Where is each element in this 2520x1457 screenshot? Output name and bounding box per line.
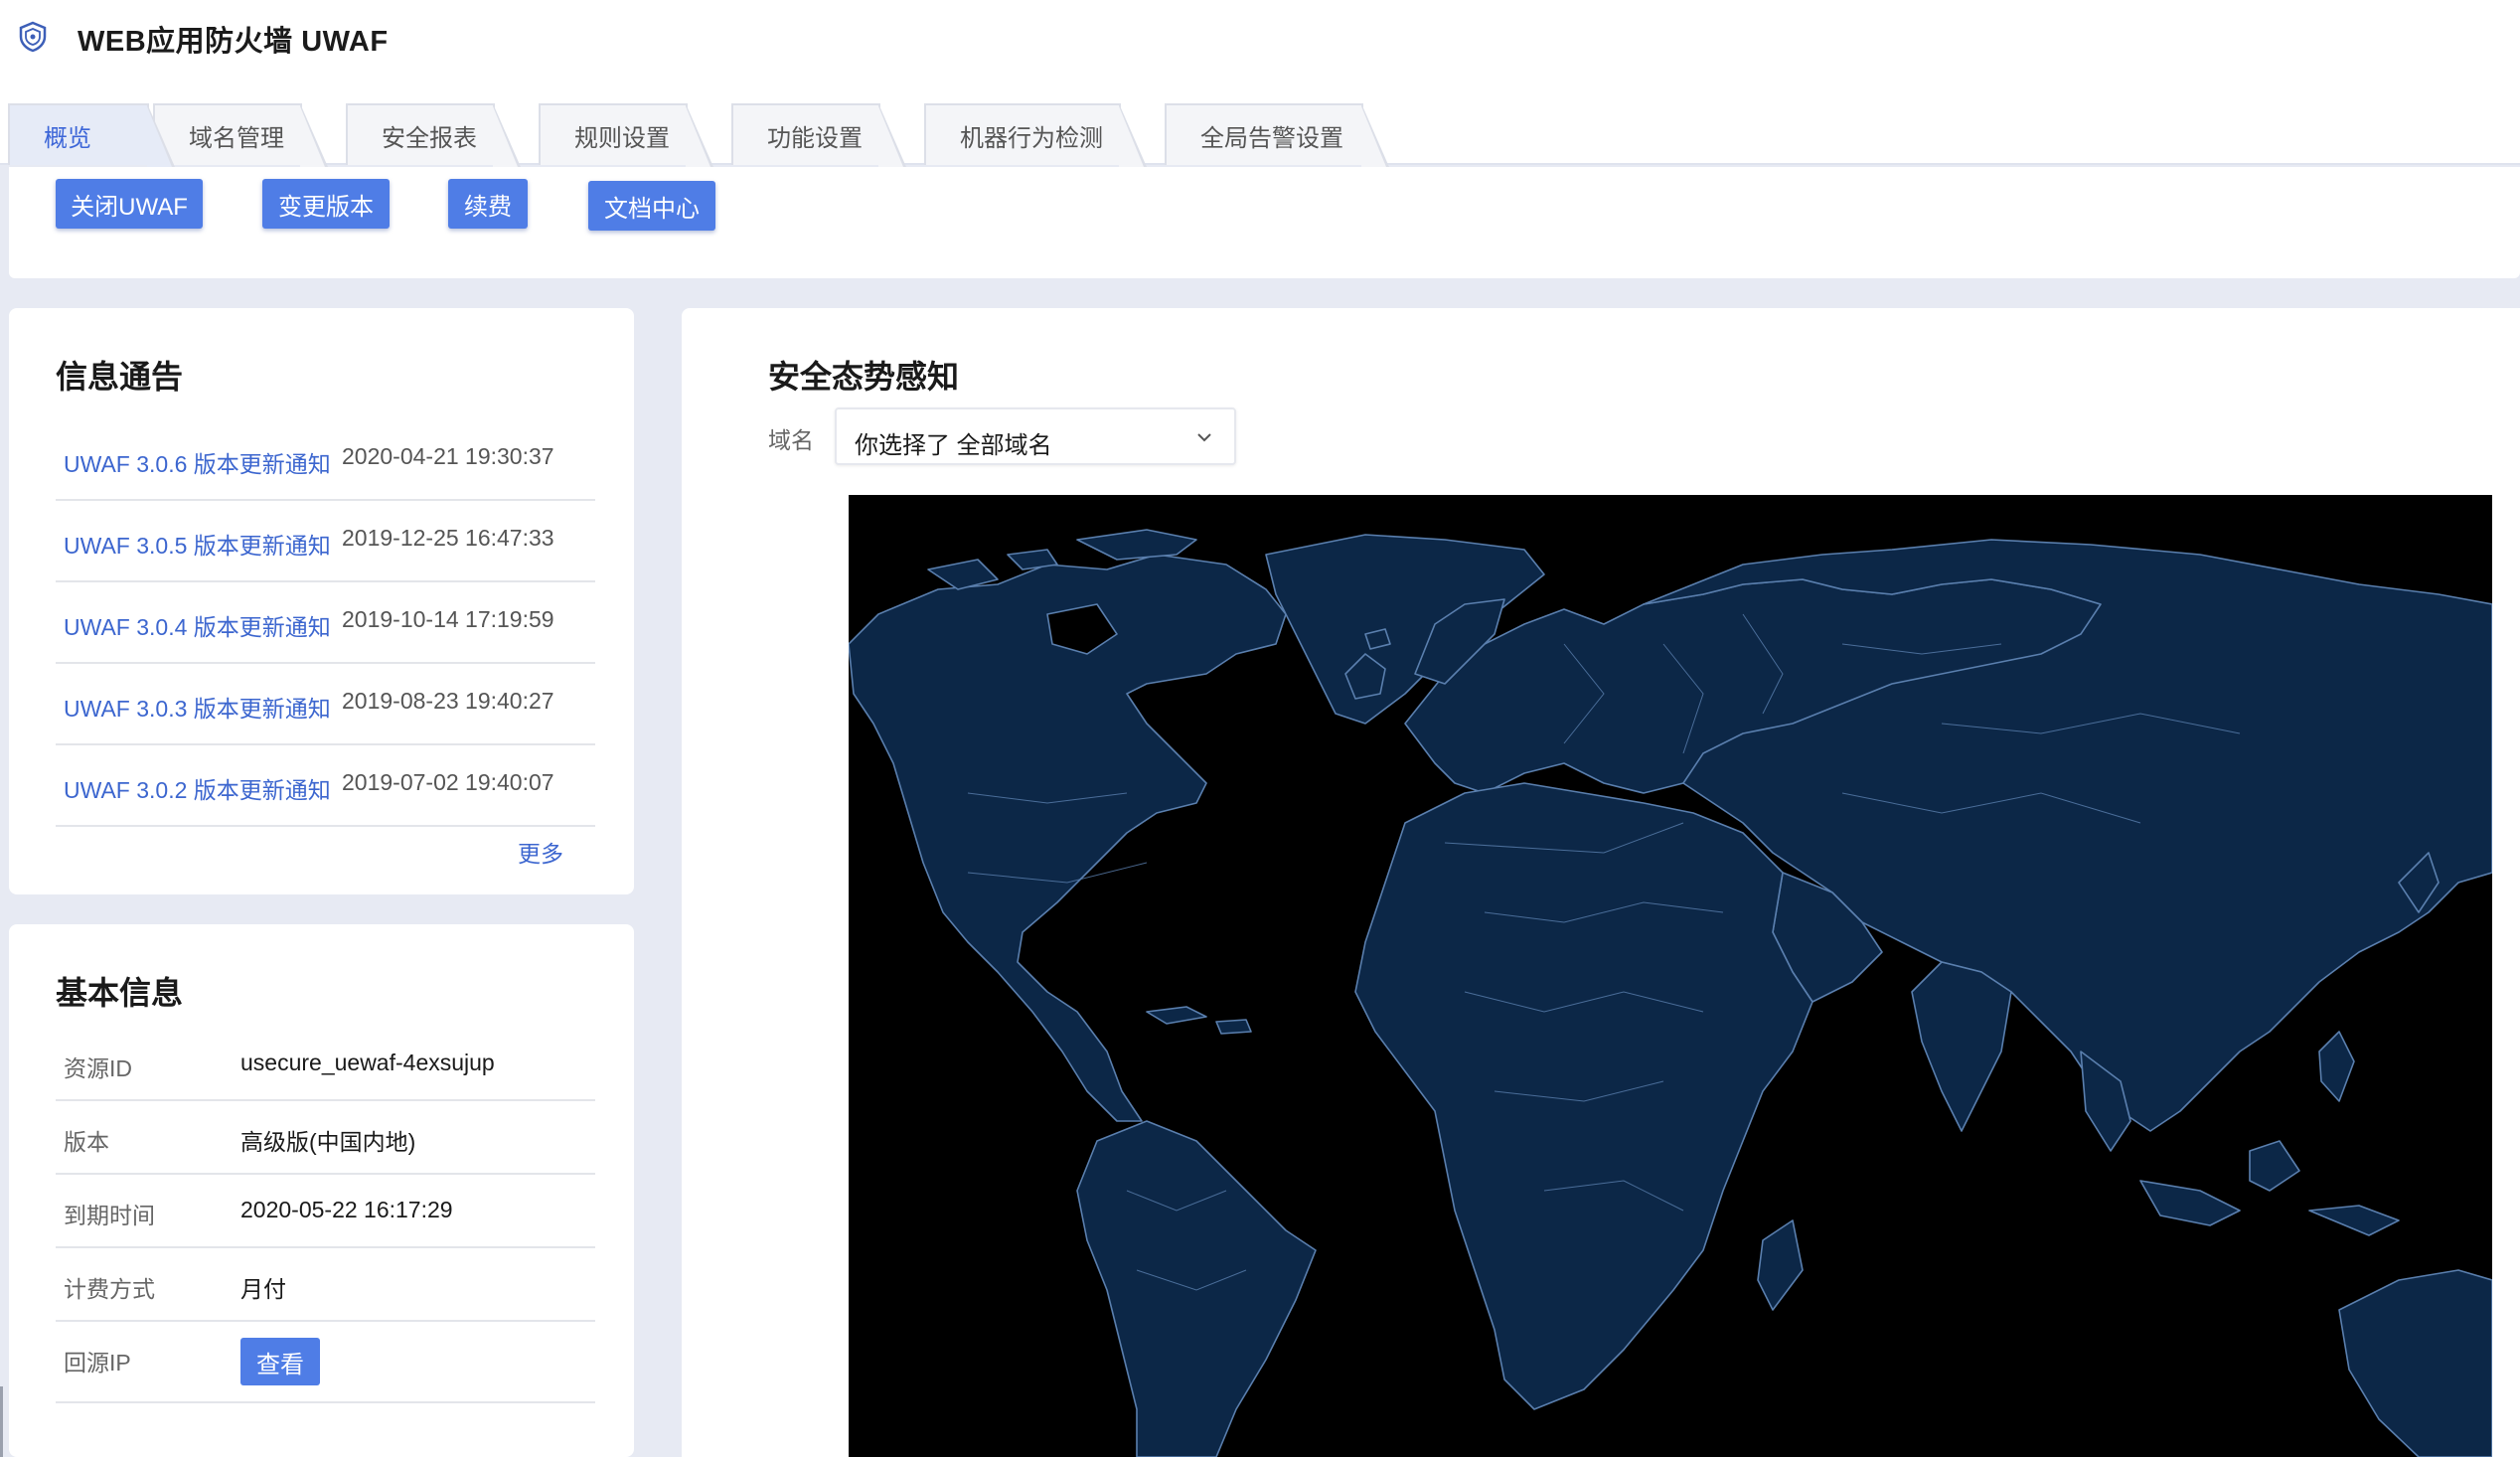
notice-item: UWAF 3.0.3 版本更新通知 2019-08-23 19:40:27 — [56, 664, 595, 745]
info-value: 2020-05-22 16:17:29 — [240, 1197, 453, 1222]
action-bar: 关闭UWAF 变更版本 续费 文档中心 — [9, 167, 2520, 278]
notice-link[interactable]: UWAF 3.0.6 版本更新通知 — [64, 445, 331, 479]
notice-link[interactable]: UWAF 3.0.3 版本更新通知 — [64, 690, 331, 724]
renew-button[interactable]: 续费 — [448, 179, 528, 229]
change-version-button[interactable]: 变更版本 — [262, 179, 390, 229]
notice-item: UWAF 3.0.5 版本更新通知 2019-12-25 16:47:33 — [56, 501, 595, 582]
info-label: 版本 — [64, 1129, 109, 1155]
info-value: usecure_uewaf-4exsujup — [240, 1050, 495, 1075]
notice-item: UWAF 3.0.4 版本更新通知 2019-10-14 17:19:59 — [56, 582, 595, 664]
scroll-edge — [0, 1386, 3, 1457]
tab-global-alert-settings[interactable]: 全局告警设置 — [1165, 103, 1389, 167]
info-row-expiry: 到期时间 2020-05-22 16:17:29 — [56, 1175, 595, 1248]
basic-info-title: 基本信息 — [56, 975, 184, 1011]
notice-time: 2019-08-23 19:40:27 — [342, 688, 554, 714]
notice-time: 2019-10-14 17:19:59 — [342, 606, 554, 632]
info-label: 回源IP — [64, 1350, 131, 1376]
app-header: WEB应用防火墙 UWAF — [0, 0, 2520, 99]
tab-feature-settings[interactable]: 功能设置 — [731, 103, 906, 167]
info-row-version: 版本 高级版(中国内地) — [56, 1101, 595, 1175]
notices-card: 信息通告 UWAF 3.0.6 版本更新通知 2020-04-21 19:30:… — [9, 308, 634, 894]
world-map-graphic — [849, 529, 2492, 1457]
shield-icon — [19, 21, 47, 53]
info-row-resource-id: 资源ID usecure_uewaf-4exsujup — [56, 1028, 595, 1101]
notice-time: 2020-04-21 19:30:37 — [342, 443, 554, 469]
chevron-down-icon — [1197, 433, 1211, 442]
domain-select[interactable]: 你选择了 全部域名 — [835, 407, 1236, 465]
info-label: 计费方式 — [64, 1276, 155, 1302]
notice-link[interactable]: UWAF 3.0.4 版本更新通知 — [64, 608, 331, 642]
more-link[interactable]: 更多 — [518, 835, 563, 869]
info-value: 月付 — [240, 1276, 286, 1302]
view-origin-ip-button[interactable]: 查看 — [240, 1338, 320, 1385]
notices-title: 信息通告 — [56, 359, 184, 395]
notice-time: 2019-12-25 16:47:33 — [342, 525, 554, 551]
tab-domain-management[interactable]: 域名管理 — [153, 103, 328, 167]
info-row-origin-ip: 回源IP 查看 — [56, 1322, 595, 1403]
situation-title: 安全态势感知 — [768, 359, 960, 395]
tab-security-reports[interactable]: 安全报表 — [346, 103, 521, 167]
tab-bot-detection[interactable]: 机器行为检测 — [924, 103, 1147, 167]
notice-link[interactable]: UWAF 3.0.2 版本更新通知 — [64, 771, 331, 805]
app-title: WEB应用防火墙 UWAF — [78, 26, 389, 58]
notice-time: 2019-07-02 19:40:07 — [342, 769, 554, 795]
close-uwaf-button[interactable]: 关闭UWAF — [56, 179, 203, 229]
notice-link[interactable]: UWAF 3.0.5 版本更新通知 — [64, 527, 331, 561]
notice-item: UWAF 3.0.6 版本更新通知 2020-04-21 19:30:37 — [56, 419, 595, 501]
tab-bar: 概览 域名管理 安全报表 规则设置 功能设置 机器行为检测 全局告警设置 — [0, 99, 2520, 167]
info-value: 高级版(中国内地) — [240, 1129, 416, 1155]
tab-rule-settings[interactable]: 规则设置 — [539, 103, 713, 167]
basic-info-card: 基本信息 资源ID usecure_uewaf-4exsujup 版本 高级版(… — [9, 924, 634, 1457]
info-row-billing: 计费方式 月付 — [56, 1248, 595, 1322]
info-label: 资源ID — [64, 1055, 132, 1081]
domain-filter-label: 域名 — [768, 427, 814, 453]
tab-overview[interactable]: 概览 — [8, 103, 175, 167]
notice-item: UWAF 3.0.2 版本更新通知 2019-07-02 19:40:07 — [56, 745, 595, 827]
info-label: 到期时间 — [64, 1203, 155, 1228]
world-map[interactable] — [849, 495, 2492, 1457]
domain-select-value: 你选择了 全部域名 — [855, 432, 1052, 459]
docs-center-button[interactable]: 文档中心 — [588, 181, 715, 231]
